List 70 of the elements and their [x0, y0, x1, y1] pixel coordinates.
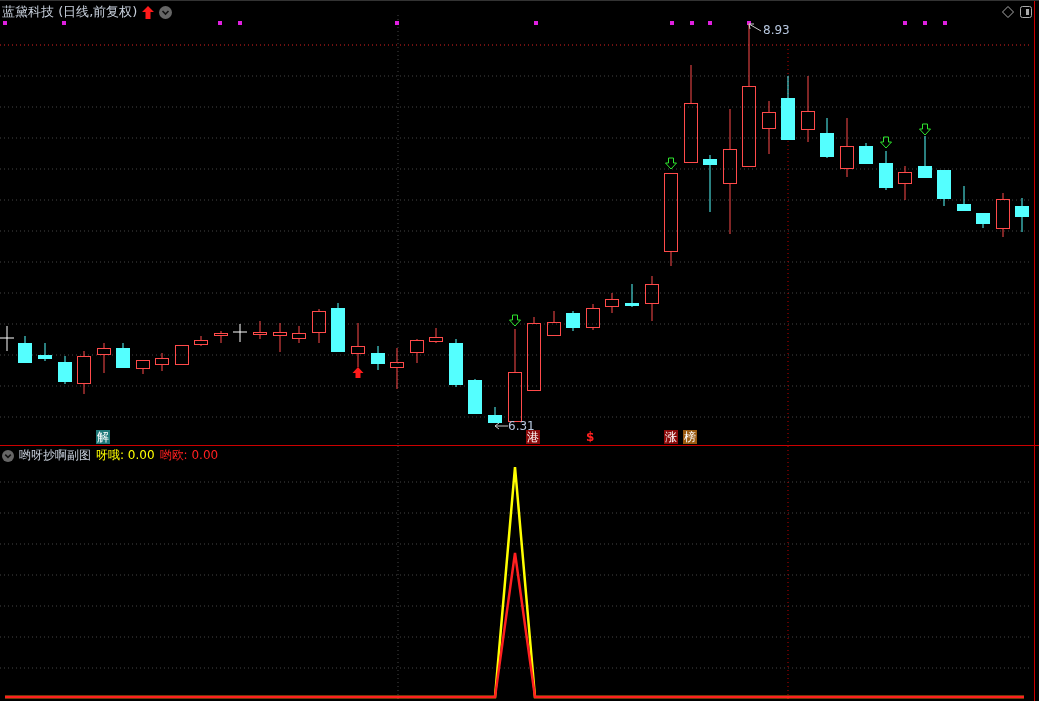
up-arrow-icon [142, 5, 155, 19]
candlestick [449, 338, 463, 388]
candlestick [77, 350, 91, 395]
candlestick [292, 325, 306, 344]
candlestick [918, 135, 932, 179]
candlestick [175, 344, 189, 366]
candlestick [1015, 197, 1029, 233]
candlestick [996, 192, 1010, 238]
candlestick [762, 100, 776, 155]
down-arrow-icon [665, 157, 677, 170]
candlestick [840, 117, 854, 178]
candlestick [547, 310, 561, 337]
dropdown-icon[interactable] [159, 5, 173, 19]
candlestick [232, 323, 248, 343]
down-arrow-icon [919, 123, 931, 136]
leader-arrow-icon [494, 422, 509, 430]
candlestick [429, 327, 443, 344]
candlestick [801, 75, 815, 143]
event-marker[interactable]: 港 [526, 430, 540, 444]
candlestick [820, 117, 834, 159]
candlestick [136, 359, 150, 375]
candlestick [18, 335, 32, 364]
candlestick [194, 335, 208, 347]
candlestick [273, 322, 287, 353]
candlestick [703, 154, 717, 213]
candlestick [859, 142, 873, 165]
candlestick [155, 352, 169, 372]
candlestick [116, 342, 130, 369]
candlestick [38, 342, 52, 362]
candlestick [410, 338, 424, 364]
candlestick [566, 310, 580, 332]
candlestick [312, 308, 326, 344]
candlestick [976, 212, 990, 229]
legend-value: 呀哦: 0.00 [96, 447, 155, 464]
down-arrow-icon [880, 136, 892, 149]
candlestick [625, 283, 639, 308]
panel-toggle-icon[interactable] [1020, 6, 1032, 18]
candlestick [390, 347, 404, 390]
candlestick [214, 330, 228, 344]
candlestick [58, 355, 72, 385]
candlestick [781, 75, 795, 141]
event-marker[interactable]: 解 [96, 430, 110, 444]
candlestick [879, 150, 893, 191]
event-marker[interactable]: 涨 [664, 430, 678, 444]
leader-arrow-icon [748, 23, 762, 32]
up-arrow-icon [352, 367, 364, 378]
candlestick [898, 165, 912, 201]
candlestick [605, 292, 619, 314]
dropdown-icon[interactable] [2, 449, 14, 462]
event-marker[interactable]: 榜 [683, 430, 697, 444]
high-price-label: 8.93 [763, 23, 790, 37]
candlestick [253, 320, 267, 340]
stock-title: 蓝黛科技 (日线,前复权) [2, 3, 138, 21]
diamond-icon[interactable] [1002, 6, 1014, 18]
candlestick [468, 378, 482, 415]
candlestick [0, 325, 15, 352]
candlestick [351, 322, 365, 368]
candlestick [937, 169, 951, 207]
legend-value: 哟欧: 0.00 [159, 447, 219, 464]
candlestick [586, 303, 600, 331]
candlestick [957, 185, 971, 212]
event-marker[interactable]: $ [585, 430, 596, 444]
candlestick [97, 342, 111, 374]
candlestick [331, 302, 345, 353]
down-arrow-icon [509, 314, 521, 327]
candlestick [371, 345, 385, 371]
candlestick [645, 275, 659, 322]
indicator-name: 哟呀抄啊副图 [19, 447, 91, 464]
low-price-label: 6.31 [508, 419, 535, 433]
candlestick [488, 406, 502, 424]
